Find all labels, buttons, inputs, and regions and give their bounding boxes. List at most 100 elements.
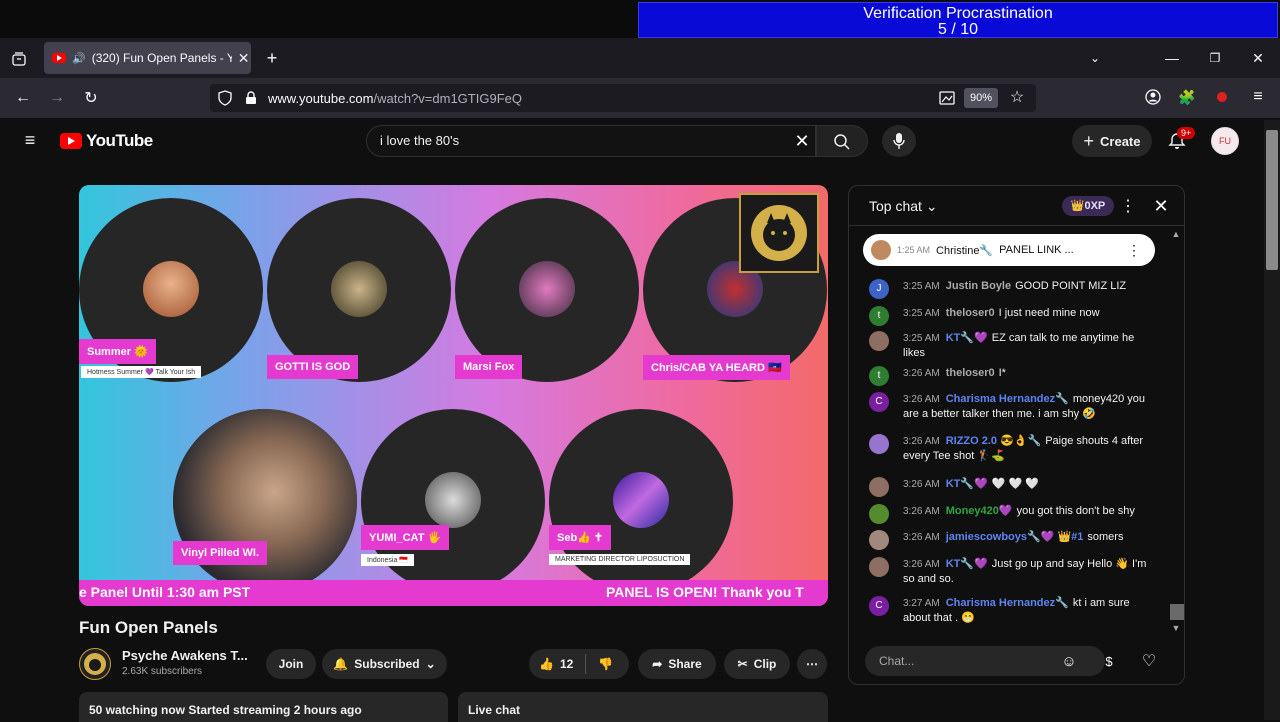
xp-badge[interactable]: 👑0XP xyxy=(1062,196,1114,216)
like-button[interactable]: 👍 12 xyxy=(539,657,573,671)
minimize-icon[interactable]: — xyxy=(1163,48,1181,68)
chat-author-avatar[interactable] xyxy=(869,504,889,524)
menu-icon[interactable]: ≡ xyxy=(1248,87,1268,107)
chat-message-text: I just need mine now xyxy=(998,307,1100,319)
more-vertical-icon[interactable]: ⋮ xyxy=(1120,196,1136,216)
channel-cat-logo xyxy=(739,193,819,273)
join-button[interactable]: Join xyxy=(266,649,316,679)
heart-icon[interactable]: ♡ xyxy=(1139,651,1159,671)
channel-avatar[interactable] xyxy=(79,648,111,680)
back-icon[interactable]: ← xyxy=(12,87,34,109)
chat-message[interactable]: C 3:26 AM Charisma Hernandez🔧 money420 you … xyxy=(869,392,1159,422)
chat-message-text: you got this don't be shy xyxy=(1016,505,1135,517)
more-vertical-icon[interactable]: ⋮ xyxy=(1127,242,1141,259)
url-text[interactable]: www.youtube.com/watch?v=dm1GTIG9FeQ xyxy=(268,91,522,106)
chat-author-name[interactable]: theloser0 xyxy=(946,307,995,319)
chat-author-name[interactable]: Money420💜 xyxy=(946,505,1013,517)
chat-author-avatar[interactable] xyxy=(869,331,889,351)
chat-author-name[interactable]: Charisma Hernandez🔧 xyxy=(946,597,1069,609)
chat-author-name[interactable]: RIZZO 2.0 😎👌🔧 xyxy=(946,435,1042,447)
chat-mode-selector[interactable]: Top chat ⌄ xyxy=(869,198,938,215)
live-chat-replay-bar[interactable]: Live chat xyxy=(458,692,828,722)
hamburger-menu-icon[interactable]: ≡ xyxy=(20,130,40,150)
chat-author-name[interactable]: Charisma Hernandez🔧 xyxy=(946,393,1069,405)
clip-button[interactable]: ✂ Clip xyxy=(724,649,790,679)
page-scrollbar-thumb[interactable] xyxy=(1266,130,1278,270)
search-button[interactable] xyxy=(816,125,868,157)
video-player[interactable]: Summer 🌞 Hotmess Summer 💜 Talk Your Ish … xyxy=(79,185,828,606)
chat-author-avatar[interactable]: C xyxy=(869,392,889,412)
pinned-message[interactable]: 1:25 AM Christine🔧 PANEL LINK ... ⋮ xyxy=(863,234,1155,266)
youtube-logo[interactable]: YouTube xyxy=(60,131,153,151)
forward-icon[interactable]: → xyxy=(46,87,68,109)
close-tab-icon[interactable]: ✕ xyxy=(238,50,250,67)
super-chat-icon[interactable]: $ xyxy=(1099,651,1119,671)
lock-icon[interactable] xyxy=(242,88,260,108)
tab-list-icon[interactable] xyxy=(8,48,30,70)
chat-author-avatar[interactable] xyxy=(869,434,889,454)
chat-scroll-down-icon[interactable]: ▼ xyxy=(1171,622,1181,634)
extensions-icon[interactable]: 🧩 xyxy=(1177,87,1197,107)
chat-message[interactable]: 3:26 AM KT🔧💜 🤍 🤍 🤍 xyxy=(869,477,1159,497)
url-path: /watch?v=dm1GTIG9FeQ xyxy=(373,91,522,106)
bookmark-star-icon[interactable]: ☆ xyxy=(1007,87,1027,107)
user-avatar[interactable]: FU xyxy=(1211,127,1239,155)
restore-icon[interactable]: ❐ xyxy=(1206,48,1224,68)
youtube-favicon-icon xyxy=(52,53,66,63)
chat-author-name[interactable]: jamiescowboys🔧💜 👑#1 xyxy=(946,531,1084,543)
chat-author-avatar[interactable] xyxy=(869,530,889,550)
chat-message[interactable]: 3:26 AM RIZZO 2.0 😎👌🔧 Paige shouts 4 after… xyxy=(869,434,1159,464)
close-chat-icon[interactable]: ✕ xyxy=(1151,196,1171,216)
chevron-down-icon[interactable]: ⌄ xyxy=(1086,48,1104,68)
emoji-icon[interactable]: ☺ xyxy=(1059,651,1079,671)
chat-author-name[interactable]: Justin Boyle xyxy=(946,280,1011,292)
chat-author-avatar[interactable] xyxy=(869,477,889,497)
chat-author-avatar[interactable]: t xyxy=(869,306,889,326)
share-button[interactable]: ➦ Share xyxy=(638,649,716,679)
create-button[interactable]: + Create xyxy=(1072,125,1152,157)
chat-author-name[interactable]: KT🔧💜 xyxy=(946,478,988,490)
browser-tab-active[interactable]: 🔊 (320) Fun Open Panels - YouTube ✕ xyxy=(44,42,251,74)
new-tab-icon[interactable]: + xyxy=(262,48,282,68)
subscribed-button[interactable]: 🔔 Subscribed ⌄ xyxy=(322,649,447,679)
search-input[interactable]: i love the 80's xyxy=(380,133,459,148)
more-actions-button[interactable]: ⋯ xyxy=(797,649,827,679)
reload-icon[interactable]: ↻ xyxy=(80,87,102,109)
chat-message[interactable]: t 3:25 AM theloser0 I just need mine now xyxy=(869,306,1159,326)
chat-author-avatar[interactable] xyxy=(869,557,889,577)
zoom-level[interactable]: 90% xyxy=(964,88,998,108)
video-stats: 50 watching now Started streaming 2 hour… xyxy=(79,692,448,722)
tab-title: (320) Fun Open Panels - YouTube xyxy=(91,51,232,65)
chat-message[interactable]: 3:26 AM Money420💜 you got this don't be sh… xyxy=(869,504,1159,524)
chat-author-avatar[interactable]: t xyxy=(869,366,889,386)
picture-icon[interactable] xyxy=(937,88,957,108)
chat-author-name[interactable]: KT🔧💜 xyxy=(946,332,988,344)
chat-author-avatar[interactable]: C xyxy=(869,596,889,616)
extension-red-icon[interactable] xyxy=(1212,87,1232,107)
speaker-icon[interactable]: 🔊 xyxy=(72,52,86,65)
chat-scroll-up-icon[interactable]: ▲ xyxy=(1171,228,1181,240)
chat-scrollbar-thumb[interactable] xyxy=(1170,604,1184,620)
close-window-icon[interactable]: ✕ xyxy=(1249,48,1267,68)
notification-count-badge: 9+ xyxy=(1177,127,1196,139)
chat-message[interactable]: 3:26 AM KT🔧💜 Just go up and say Hello 👋 I'… xyxy=(869,557,1159,587)
chat-message[interactable]: J 3:25 AM Justin Boyle GOOD POINT MIZ LIZ xyxy=(869,279,1159,299)
chat-author-name[interactable]: KT🔧💜 xyxy=(946,558,988,570)
chat-author-name[interactable]: theloser0 xyxy=(946,367,995,379)
channel-name[interactable]: Psyche Awakens T... xyxy=(122,648,248,663)
account-icon[interactable] xyxy=(1143,87,1163,107)
thumbs-down-icon[interactable]: 👎 xyxy=(598,657,613,671)
shield-icon[interactable] xyxy=(216,88,234,108)
chat-message[interactable]: 3:26 AM jamiescowboys🔧💜 👑#1 somers xyxy=(869,530,1159,550)
plus-icon: + xyxy=(1083,130,1095,151)
chat-message[interactable]: C 3:27 AM Charisma Hernandez🔧 kt i am sure … xyxy=(869,596,1159,626)
voice-search-button[interactable] xyxy=(882,125,916,157)
xp-value: 0XP xyxy=(1084,200,1106,212)
chat-message[interactable]: t 3:26 AM theloser0 I* xyxy=(869,366,1159,386)
panelist-name: GOTTI IS GOD xyxy=(267,355,359,379)
pinned-time: 1:25 AM xyxy=(897,245,931,255)
clear-search-icon[interactable]: ✕ xyxy=(791,130,813,152)
chat-author-avatar[interactable]: J xyxy=(869,279,889,299)
panelist-avatar xyxy=(613,472,669,528)
chat-message[interactable]: 3:25 AM KT🔧💜 EZ can talk to me anytime he … xyxy=(869,331,1159,361)
